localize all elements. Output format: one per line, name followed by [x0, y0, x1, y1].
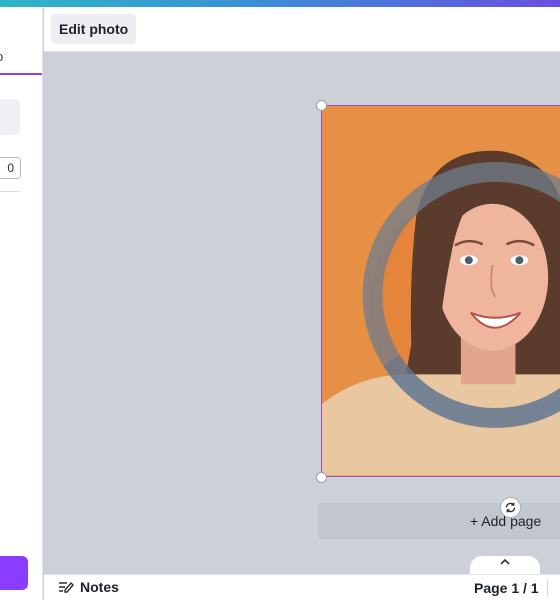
- notes-label: Notes: [80, 579, 119, 595]
- side-panel-tab[interactable]: o: [0, 49, 3, 64]
- resize-handle-bottom-left[interactable]: [316, 472, 327, 483]
- notes-icon: [59, 581, 74, 593]
- add-page-button[interactable]: + Add page: [318, 503, 560, 539]
- design-page[interactable]: [321, 105, 560, 477]
- collapse-pages-button[interactable]: [470, 556, 540, 576]
- left-iris: [464, 256, 473, 265]
- rotate-button[interactable]: [500, 497, 521, 518]
- resize-handle-top-left[interactable]: [316, 100, 327, 111]
- side-panel-active-underline: [0, 73, 42, 75]
- chevron-up-icon: [500, 558, 510, 565]
- side-panel: t o 0: [0, 7, 43, 600]
- side-panel-primary-button[interactable]: [0, 556, 28, 590]
- bottom-bar: Notes Page 1 / 1: [44, 574, 560, 600]
- notes-button[interactable]: Notes: [58, 579, 119, 595]
- side-panel-value-input[interactable]: 0: [0, 157, 21, 179]
- bottom-bar-divider: [547, 579, 548, 597]
- right-iris: [515, 256, 524, 265]
- rotate-icon: [505, 502, 516, 513]
- profile-photo[interactable]: [322, 106, 560, 476]
- top-gradient-bar: [0, 0, 560, 7]
- edit-photo-button[interactable]: Edit photo: [51, 14, 137, 44]
- page-indicator[interactable]: Page 1 / 1: [474, 580, 539, 596]
- editor-toolbar: Edit photo: [44, 7, 560, 52]
- side-panel-divider: [0, 191, 20, 192]
- side-panel-option-button[interactable]: [0, 99, 20, 135]
